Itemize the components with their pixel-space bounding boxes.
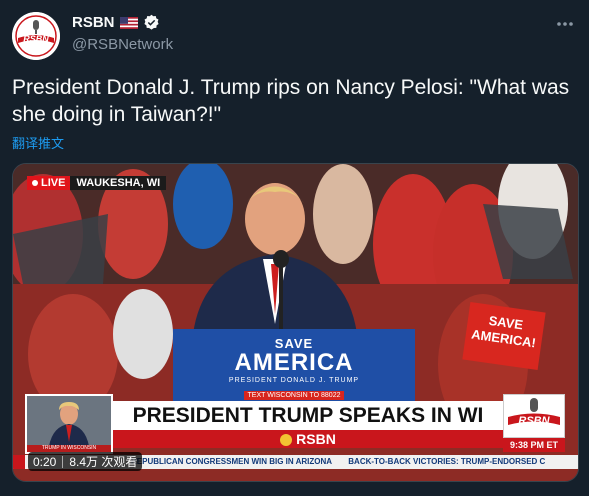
play-circle-icon: [280, 434, 293, 447]
location-label: WAUKESHA, WI: [70, 176, 167, 190]
tweet-header: RSBN RSBN @RSBNetwork: [12, 10, 577, 60]
display-name[interactable]: RSBN: [72, 14, 115, 31]
svg-text:RSBN: RSBN: [23, 34, 49, 44]
speaker-thumbnail-icon: [27, 396, 111, 452]
corner-logo-text: RSBN: [518, 415, 550, 427]
ticker-item: REPUBLICAN CONGRESSMEN WIN BIG IN ARIZON…: [131, 457, 333, 466]
account-avatar[interactable]: RSBN: [12, 12, 60, 60]
brand-label: RSBN: [296, 431, 336, 447]
rsbn-corner-logo-icon: RSBN: [508, 398, 560, 427]
thumbnail-image: TRUMP IN WISCONSIN: [25, 394, 113, 454]
more-options-icon[interactable]: [555, 14, 575, 34]
ticker-item: BACK-TO-BACK VICTORIES: TRUMP-ENDORSED C: [348, 457, 546, 466]
broadcast-time: 9:38 PM ET: [503, 438, 565, 452]
view-count: 8.4万 次观看: [69, 455, 138, 469]
podium-sign-main: AMERICA: [234, 349, 354, 376]
elapsed-time: 0:20: [33, 454, 57, 469]
name-row: RSBN: [72, 14, 160, 31]
rsbn-logo-icon: RSBN: [12, 12, 60, 60]
live-badge: LIVE WAUKESHA, WI: [27, 176, 167, 190]
lower-third: TRUMP IN WISCONSIN PRESIDENT TRUMP SPEAK…: [25, 394, 565, 456]
verified-badge-icon: [143, 14, 159, 30]
ticker-marker: [13, 455, 25, 469]
rsbn-corner-logo: RSBN: [503, 394, 565, 438]
video-stats-chip: 0:20 8.4万 次观看: [28, 452, 143, 471]
us-flag-icon: [119, 16, 138, 29]
headline-banner: PRESIDENT TRUMP SPEAKS IN WI: [113, 401, 503, 430]
chip-divider: [62, 455, 64, 468]
podium-sign: SAVE AMERICA PRESIDENT DONALD J. TRUMP T…: [173, 329, 415, 404]
podium-sign-sub: PRESIDENT DONALD J. TRUMP: [228, 377, 360, 384]
live-dot-icon: [32, 180, 38, 186]
crowd-sign: SAVE AMERICA!: [462, 301, 546, 371]
account-handle[interactable]: @RSBNetwork: [72, 36, 173, 53]
live-label: LIVE: [41, 177, 66, 189]
translate-tweet-link[interactable]: 翻译推文: [12, 133, 64, 152]
video-player[interactable]: LIVE WAUKESHA, WI SAVE AMERICA PRESIDENT…: [12, 163, 579, 482]
brand-banner: RSBN: [113, 430, 503, 448]
thumbnail-label: TRUMP IN WISCONSIN: [27, 445, 111, 452]
tweet-text: President Donald J. Trump rips on Nancy …: [12, 76, 570, 126]
